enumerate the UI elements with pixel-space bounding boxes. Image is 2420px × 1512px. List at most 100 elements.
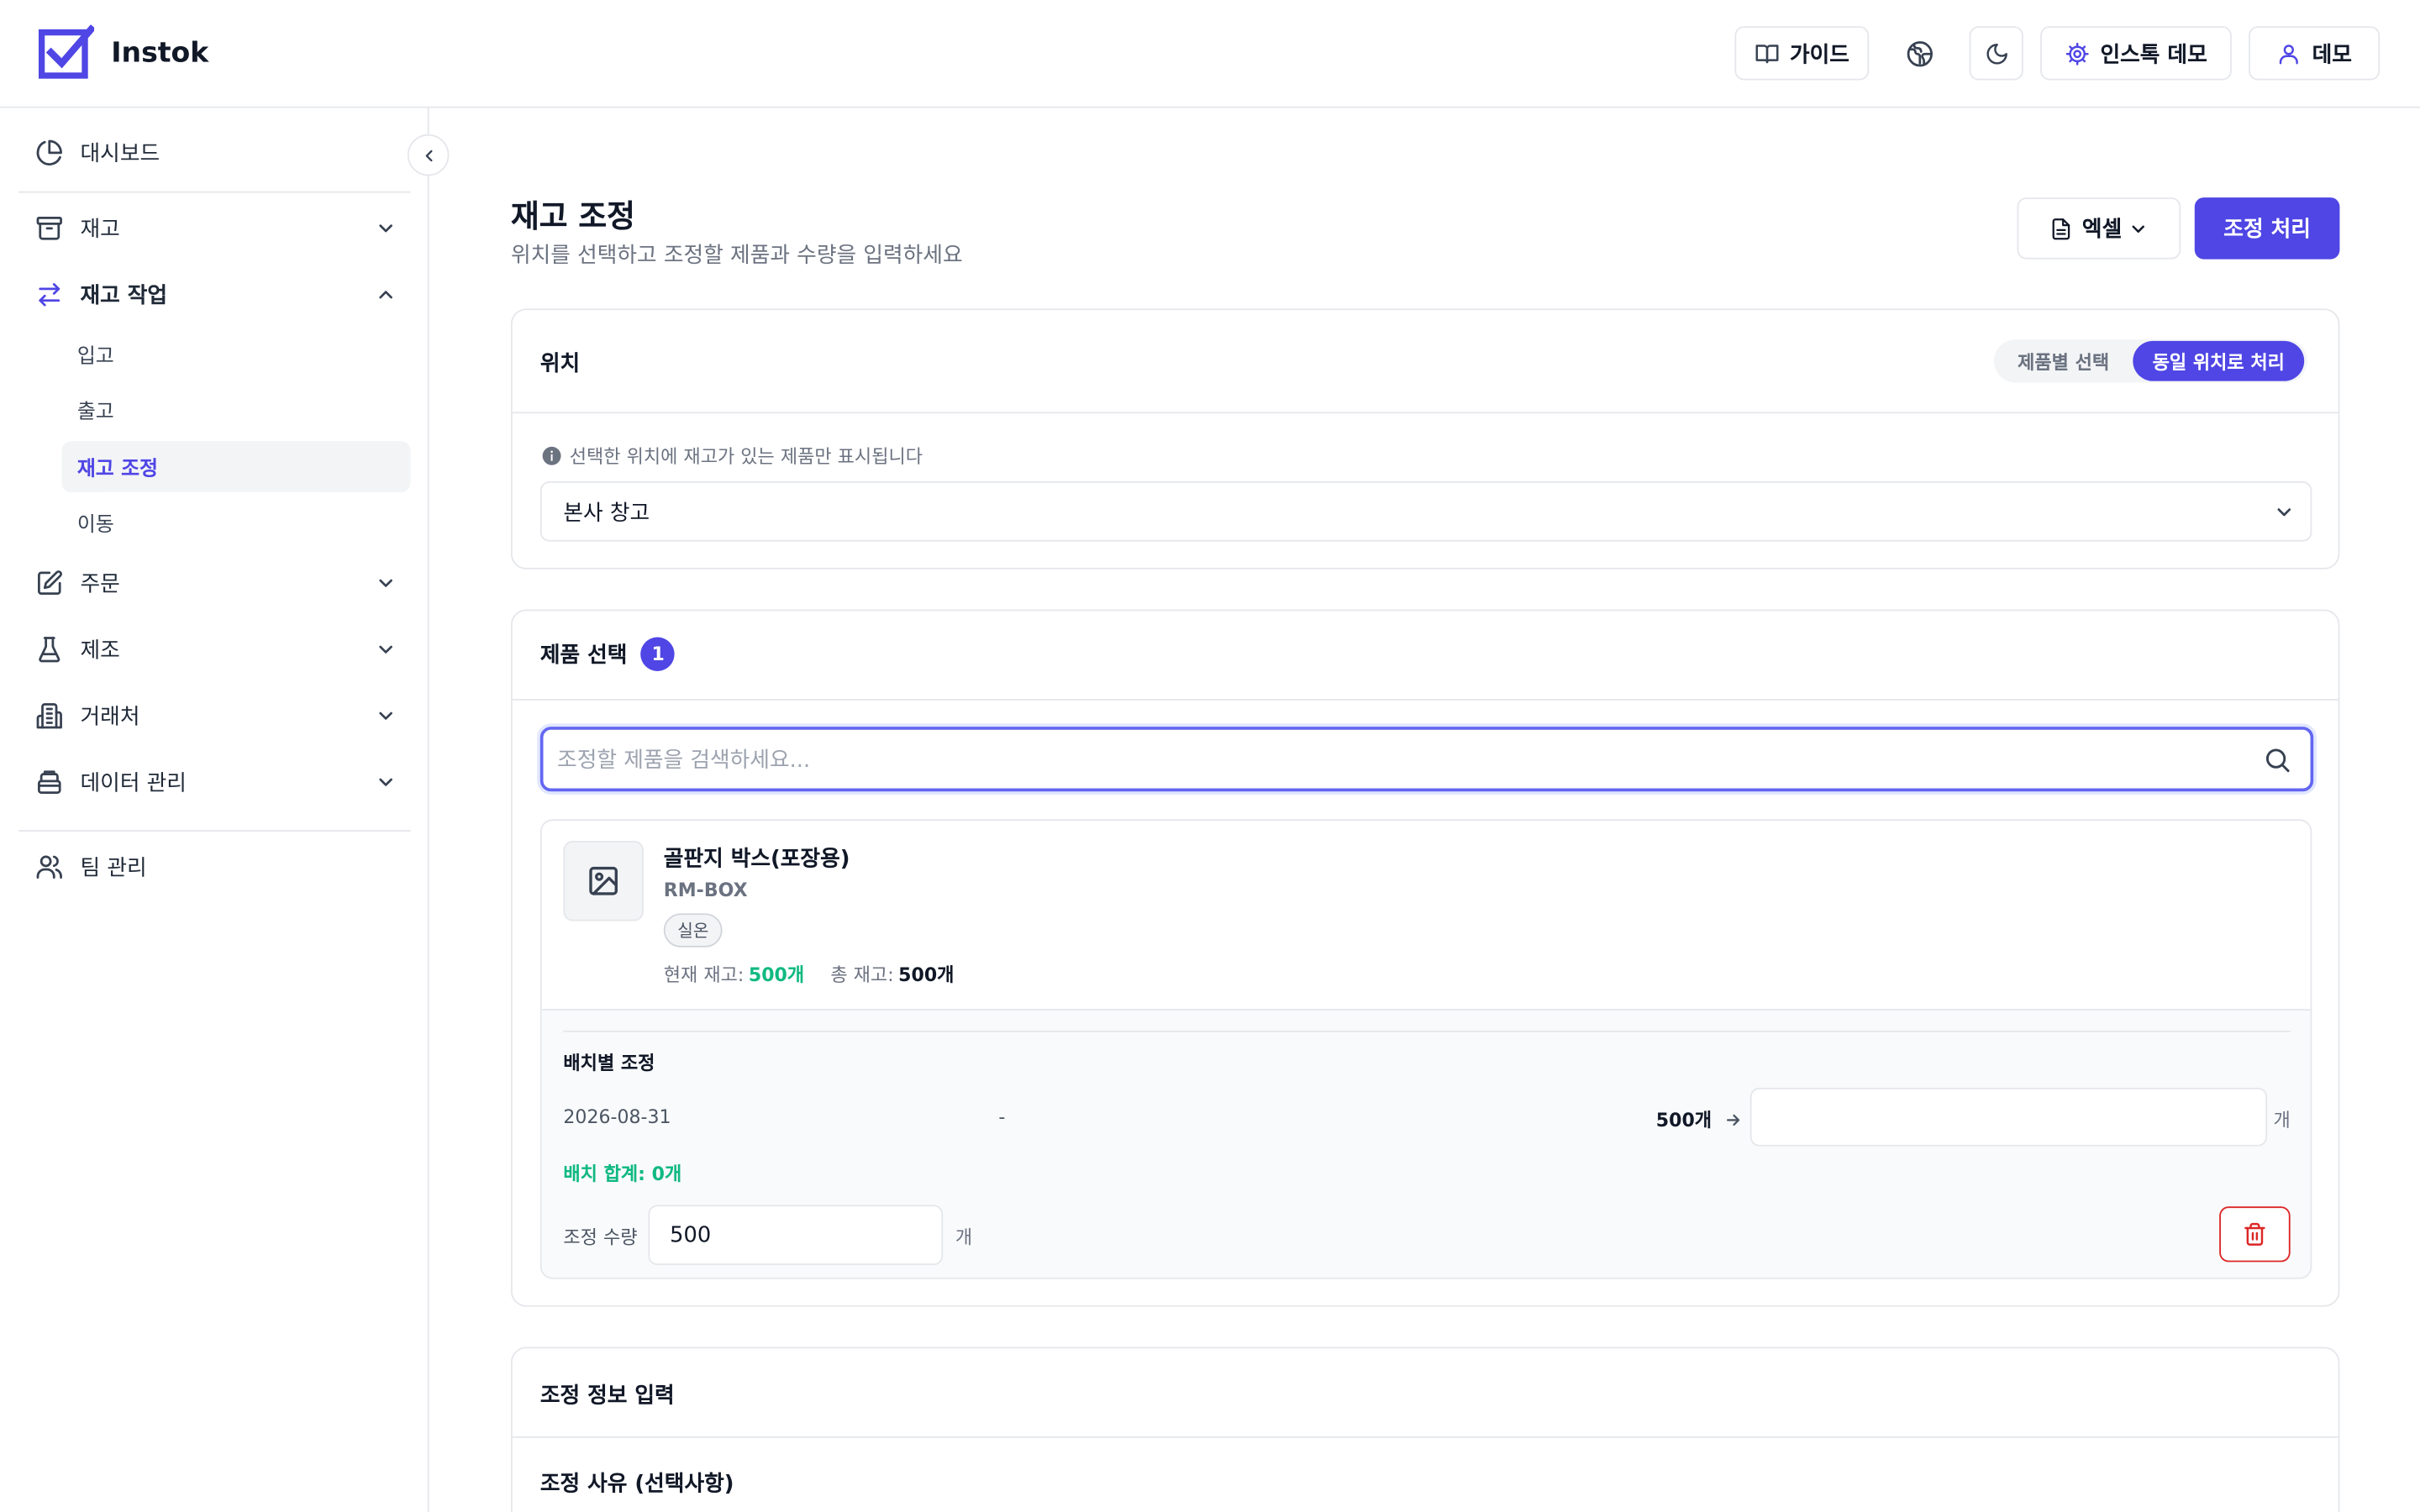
product-select-card: 제품 선택 1 조정할 제품을 검색하세요... 골판지 박스(포장용) RM-… [510, 609, 2340, 1307]
storage-tag: 실온 [663, 913, 723, 948]
product-item: 골판지 박스(포장용) RM-BOX 실온 현재 재고: 500개 총 재고: … [539, 819, 2312, 1279]
search-icon [2265, 748, 2290, 773]
submit-adjustment-button[interactable]: 조정 처리 [2194, 197, 2340, 260]
divider [18, 830, 411, 832]
product-name: 골판지 박스(포장용) [663, 847, 850, 872]
sidebar-subitem-inbound[interactable]: 입고 [61, 328, 410, 380]
batch-qty-value: 500개 [1655, 1109, 1712, 1131]
user-icon [2280, 44, 2299, 64]
sidebar-collapse-button[interactable] [407, 134, 450, 176]
card-header: 조정 정보 입력 [512, 1348, 2338, 1438]
divider [18, 191, 411, 193]
sidebar-item-label: 대시보드 [80, 141, 160, 167]
sidebar-item-label: 거래처 [80, 705, 140, 730]
sidebar-item-orders[interactable]: 주문 [18, 555, 411, 611]
info-icon [542, 446, 561, 465]
card-header: 위치 제품별 선택 동일 위치로 처리 [512, 310, 2338, 414]
card-title: 조정 정보 입력 [539, 1383, 675, 1409]
arrows-swap-icon [39, 283, 60, 307]
building-icon [36, 703, 62, 729]
batch-unit: 개 [2273, 1109, 2291, 1131]
theme-toggle-button[interactable] [1969, 26, 2023, 81]
sidebar-subitem-outbound[interactable]: 출고 [61, 384, 410, 435]
card-title-text: 제품 선택 [539, 643, 628, 669]
adjust-qty-value: 500 [670, 1222, 712, 1247]
sidebar-item-inventory[interactable]: 재고 [18, 201, 411, 256]
chevron-down-icon [379, 579, 392, 587]
archive-icon [36, 217, 62, 240]
location-mode-toggle: 제품별 선택 동일 위치로 처리 [1994, 339, 2307, 383]
batch-new-qty-input[interactable] [1749, 1087, 2268, 1147]
globe-icon [1906, 40, 1933, 66]
product-search-input[interactable]: 조정할 제품을 검색하세요... [539, 727, 2314, 792]
sidebar-item-manufacturing[interactable]: 제조 [18, 622, 411, 677]
info-text: 선택한 위치에 재고가 있는 제품만 표시됩니다 [569, 445, 923, 468]
logo[interactable]: Instok [38, 24, 208, 80]
page-title: 재고 조정 [510, 197, 635, 235]
sidebar-item-label: 주문 [80, 572, 120, 597]
file-icon [2052, 218, 2070, 239]
sidebar-item-data-management[interactable]: 데이터 관리 [18, 754, 411, 810]
workspace-label: 인스톡 데모 [2100, 42, 2207, 67]
location-info: 선택한 위치에 재고가 있는 제품만 표시됩니다 [542, 443, 923, 469]
adjust-qty-input[interactable]: 500 [648, 1205, 944, 1266]
card-title: 제품 선택 1 [539, 637, 676, 671]
sidebar-item-label: 재고 작업 [80, 283, 168, 309]
sidebar-item-partners[interactable]: 거래처 [18, 688, 411, 743]
book-icon [1754, 44, 1778, 63]
current-stock-label: 현재 재고: [663, 963, 744, 986]
delete-product-button[interactable] [2219, 1206, 2291, 1263]
sidebar-item-label: 제조 [80, 638, 120, 664]
adjust-info-card: 조정 정보 입력 조정 사유 (선택사항) [510, 1347, 2340, 1512]
chevron-down-icon [379, 224, 392, 233]
location-select-value: 본사 창고 [563, 501, 650, 526]
sidebar-item-label: 재고 [80, 217, 120, 243]
chevron-down-icon [379, 711, 392, 720]
chevron-down-icon [379, 645, 392, 654]
top-header: Instok 가이드 인스톡 데모 데모 [0, 0, 2420, 108]
sidebar-item-label: 팀 관리 [80, 856, 147, 881]
sidebar-subitem-adjustment[interactable]: 재고 조정 [61, 441, 411, 492]
batch-expiry-date: 2026-08-31 [563, 1105, 671, 1128]
workspace-settings-button[interactable]: 인스톡 데모 [2040, 26, 2232, 81]
app: Instok 가이드 인스톡 데모 데모 대시보드 재고 재고 작업 입고 출고… [0, 0, 2420, 1512]
location-select[interactable]: 본사 창고 [539, 481, 2312, 542]
trash-icon [2244, 1222, 2265, 1246]
page-subtitle: 위치를 선택하고 조정할 제품과 수량을 입력하세요 [510, 244, 963, 269]
chevron-down-icon [2277, 508, 2291, 517]
guide-button[interactable]: 가이드 [1734, 26, 1870, 81]
pie-chart-icon [36, 139, 62, 165]
batch-adjust-section: 배치별 조정 2026-08-31 - 500개 개 배치 합계: 0개 조정 … [541, 1009, 2311, 1278]
product-thumbnail [563, 841, 644, 921]
language-button[interactable] [1892, 26, 1946, 80]
user-label: 데모 [2312, 42, 2352, 67]
logo-icon [38, 24, 95, 79]
current-stock-value: 500개 [748, 963, 805, 986]
sidebar-item-inventory-ops[interactable]: 재고 작업 [18, 267, 411, 323]
flask-icon [39, 637, 60, 663]
sidebar-subitem-transfer[interactable]: 이동 [61, 496, 410, 548]
chevron-left-icon [424, 149, 432, 161]
chevron-up-icon [379, 291, 392, 299]
batch-current-qty: 500개 [1656, 1106, 1743, 1132]
product-sku: RM-BOX [663, 879, 748, 901]
reason-label: 조정 사유 (선택사항) [539, 1472, 734, 1497]
search-placeholder: 조정할 제품을 검색하세요... [557, 748, 811, 774]
gear-icon [2065, 41, 2089, 65]
count-badge: 1 [640, 637, 676, 671]
card-title: 위치 [539, 351, 581, 377]
image-icon [589, 866, 618, 895]
location-card: 위치 제품별 선택 동일 위치로 처리 선택한 위치에 재고가 있는 제품만 표… [510, 308, 2340, 570]
sidebar-item-dashboard[interactable]: 대시보드 [18, 125, 411, 181]
sidebar-item-team[interactable]: 팀 관리 [18, 839, 411, 895]
divider [563, 1030, 2291, 1032]
total-stock-label: 총 재고: [830, 963, 894, 986]
excel-dropdown-button[interactable]: 엑셀 [2017, 197, 2181, 260]
user-menu-button[interactable]: 데모 [2249, 26, 2381, 81]
chevron-down-icon [379, 778, 392, 786]
mode-by-product-option[interactable]: 제품별 선택 [1994, 339, 2133, 382]
batch-lot: - [998, 1105, 1006, 1128]
users-icon [36, 855, 62, 879]
mode-same-location-option[interactable]: 동일 위치로 처리 [2133, 340, 2305, 381]
total-stock-value: 500개 [898, 963, 955, 986]
